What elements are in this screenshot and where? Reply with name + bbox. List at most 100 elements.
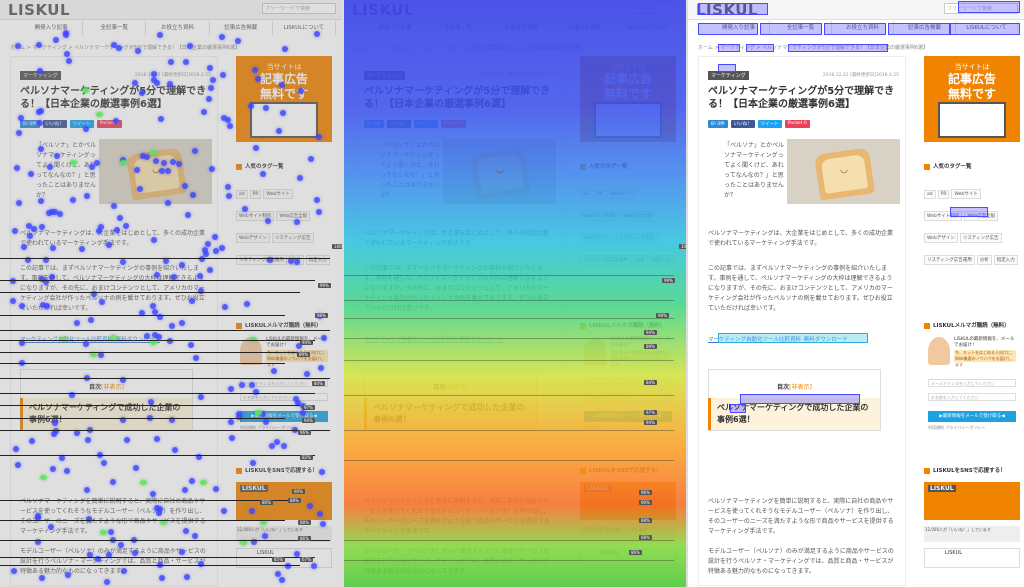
ad-banner[interactable]: 当サイトは 記事広告 無料です — [924, 56, 1020, 142]
category-badge[interactable]: マーケティング — [20, 71, 61, 80]
toc-toggle[interactable]: [非表示] — [445, 384, 468, 391]
article-card: マーケティング 2016.12.22 [最終更新日]2018.4.25 ペルソナマー… — [698, 56, 906, 586]
tag-item[interactable]: Web広告全般 — [620, 211, 655, 221]
nav-item[interactable]: お役立ち資料 — [146, 21, 210, 35]
share-button[interactable]: Pocket 0 — [440, 120, 466, 128]
tag-item[interactable]: PR — [249, 190, 262, 199]
nav-item[interactable]: 全記事一覧 — [427, 21, 491, 35]
share-buttons: B! 0件 いいね！ ツイート Pocket 0 — [364, 120, 466, 128]
policy-links[interactable]: 利用規約 プライバシーポリシー — [928, 425, 985, 431]
tag-item[interactable]: PR — [937, 190, 950, 199]
share-button[interactable]: いいね！ — [730, 120, 755, 128]
nav-item[interactable]: 全記事一覧 — [83, 21, 147, 35]
site-logo[interactable]: LISKUL — [696, 1, 758, 19]
tag-item[interactable]: ad — [580, 190, 592, 199]
nav-item[interactable]: 全記事一覧 — [770, 21, 832, 35]
share-button[interactable]: ツイート — [69, 120, 94, 128]
subscribe-button[interactable]: ▶最新情報をメールで受け取る◀ — [240, 411, 328, 422]
subscribe-button[interactable]: ▶最新情報をメールで受け取る◀ — [928, 411, 1016, 422]
name-field[interactable]: お名前を入力してください — [240, 393, 328, 401]
nav-item[interactable]: お役立ち資料 — [490, 21, 554, 35]
tag-item[interactable]: Webデザイン — [236, 233, 270, 243]
ad-banner[interactable]: 当サイトは 記事広告 無料です — [236, 56, 332, 142]
tag-item[interactable]: リスティング広告 — [959, 233, 1002, 243]
nav-item[interactable]: 開発入り記事 — [708, 21, 770, 35]
nav-item[interactable]: LISKULについて — [617, 21, 681, 35]
share-button[interactable]: ツイート — [413, 120, 438, 128]
tag-item[interactable]: 分析 — [632, 255, 648, 265]
download-link[interactable]: マーケティング自動化ツール比較資料_無料ダウンロード — [708, 335, 898, 343]
tag-item[interactable]: リスティング広告運用 — [236, 255, 287, 265]
toc-toggle[interactable]: [非表示] — [101, 384, 124, 391]
share-button[interactable]: Pocket 0 — [96, 120, 122, 128]
tag-item[interactable]: 指定入力 — [993, 255, 1018, 265]
nav-item[interactable]: 記事広告掲載 — [894, 21, 956, 35]
site-logo[interactable]: LISKUL — [8, 1, 70, 19]
tag-item[interactable]: Webサイト制作 — [580, 211, 619, 221]
share-button[interactable]: Pocket 0 — [784, 120, 810, 128]
nav-item[interactable]: 開発入り記事 — [20, 21, 84, 35]
search-input[interactable]: フリーワードで検索 — [262, 3, 336, 14]
nav-item[interactable]: 開発入り記事 — [364, 21, 428, 35]
share-button[interactable]: B! 0件 — [364, 120, 384, 128]
tag-item[interactable]: Webサイト — [951, 189, 981, 199]
category-badge[interactable]: マーケティング — [364, 71, 405, 80]
policy-links[interactable]: 利用規約 プライバシーポリシー — [584, 425, 641, 431]
facebook-page-link[interactable]: LISKUL — [236, 548, 332, 568]
policy-links[interactable]: 利用規約 プライバシーポリシー — [240, 425, 297, 431]
facebook-card[interactable]: LISKUL — [580, 482, 676, 520]
download-link[interactable]: マーケティング自動化ツール比較資料_無料ダウンロード — [364, 335, 554, 343]
email-field[interactable]: メールアドレスを入力してください — [584, 379, 672, 387]
share-button[interactable]: いいね！ — [386, 120, 411, 128]
breadcrumb[interactable]: ホーム > マーケティング > ペルソナマーケティングが5分で理解できる！【日本… — [698, 44, 928, 51]
nav-item[interactable]: 記事広告掲載 — [554, 21, 617, 35]
breadcrumb[interactable]: ホーム > マーケティング > ペルソナマーケティングが5分で理解できる！【日本… — [10, 44, 240, 51]
category-badge[interactable]: マーケティング — [708, 71, 749, 80]
nav-item[interactable]: LISKULについて — [273, 21, 337, 35]
facebook-page-link[interactable]: LISKUL — [580, 548, 676, 568]
facebook-card-title: LISKUL — [928, 485, 956, 492]
nav-item[interactable]: LISKULについて — [956, 21, 1018, 35]
tag-item[interactable]: Webサイト — [263, 189, 293, 199]
tag-item[interactable]: 指定入力 — [305, 255, 330, 265]
download-link[interactable]: マーケティング自動化ツール比較資料_無料ダウンロード — [20, 335, 210, 343]
site-logo[interactable]: LISKUL — [352, 1, 414, 19]
nav-item[interactable]: お役立ち資料 — [832, 21, 894, 35]
facebook-card[interactable]: LISKUL — [924, 482, 1020, 520]
tag-item[interactable]: リスティング広告運用 — [924, 255, 975, 265]
tag-item[interactable]: 分析 — [288, 255, 304, 265]
subscribe-button[interactable]: ▶最新情報をメールで受け取る◀ — [584, 411, 672, 422]
facebook-page-link[interactable]: LISKUL — [924, 548, 1020, 568]
tag-item[interactable]: Webデザイン — [580, 233, 614, 243]
breadcrumb[interactable]: ホーム > マーケティング > ペルソナマーケティングが5分で理解できる！【日本… — [354, 44, 584, 51]
name-field[interactable]: お名前を入力してください — [928, 393, 1016, 401]
tag-item[interactable]: Webサイト制作 — [236, 211, 275, 221]
share-button[interactable]: いいね！ — [42, 120, 67, 128]
ad-banner[interactable]: 当サイトは 記事広告 無料です — [580, 56, 676, 142]
tag-item[interactable]: 分析 — [976, 255, 992, 265]
search-input[interactable]: フリーワードで検索 — [606, 3, 680, 14]
facebook-card[interactable]: LISKUL — [236, 482, 332, 520]
tag-item[interactable]: Webサイト制作 — [924, 211, 963, 221]
name-field[interactable]: お名前を入力してください — [584, 393, 672, 401]
paragraph: この記事では、まずペルソナマーケティングの事例を紹介いたします。事例を通して、ペ… — [364, 265, 549, 312]
share-button[interactable]: B! 0件 — [708, 120, 728, 128]
email-field[interactable]: メールアドレスを入力してください — [928, 379, 1016, 387]
tag-item[interactable]: Web広告全般 — [276, 211, 311, 221]
tag-item[interactable]: 指定入力 — [649, 255, 674, 265]
tag-item[interactable]: ad — [924, 190, 936, 199]
toc-toggle[interactable]: [非表示] — [789, 384, 812, 391]
share-button[interactable]: B! 0件 — [20, 120, 40, 128]
tag-item[interactable]: リスティング広告運用 — [580, 255, 631, 265]
tag-item[interactable]: PR — [593, 190, 606, 199]
share-button[interactable]: ツイート — [757, 120, 782, 128]
tag-item[interactable]: Webサイト — [607, 189, 637, 199]
search-input[interactable]: フリーワードで検索 — [944, 3, 1018, 14]
nav-item[interactable]: 記事広告掲載 — [210, 21, 273, 35]
tag-item[interactable]: Webデザイン — [924, 233, 958, 243]
email-field[interactable]: メールアドレスを入力してください — [240, 379, 328, 387]
tag-item[interactable]: ad — [236, 190, 248, 199]
tag-item[interactable]: リスティング広告 — [271, 233, 314, 243]
tag-item[interactable]: Web広告全般 — [964, 211, 999, 221]
tag-item[interactable]: リスティング広告 — [615, 233, 658, 243]
